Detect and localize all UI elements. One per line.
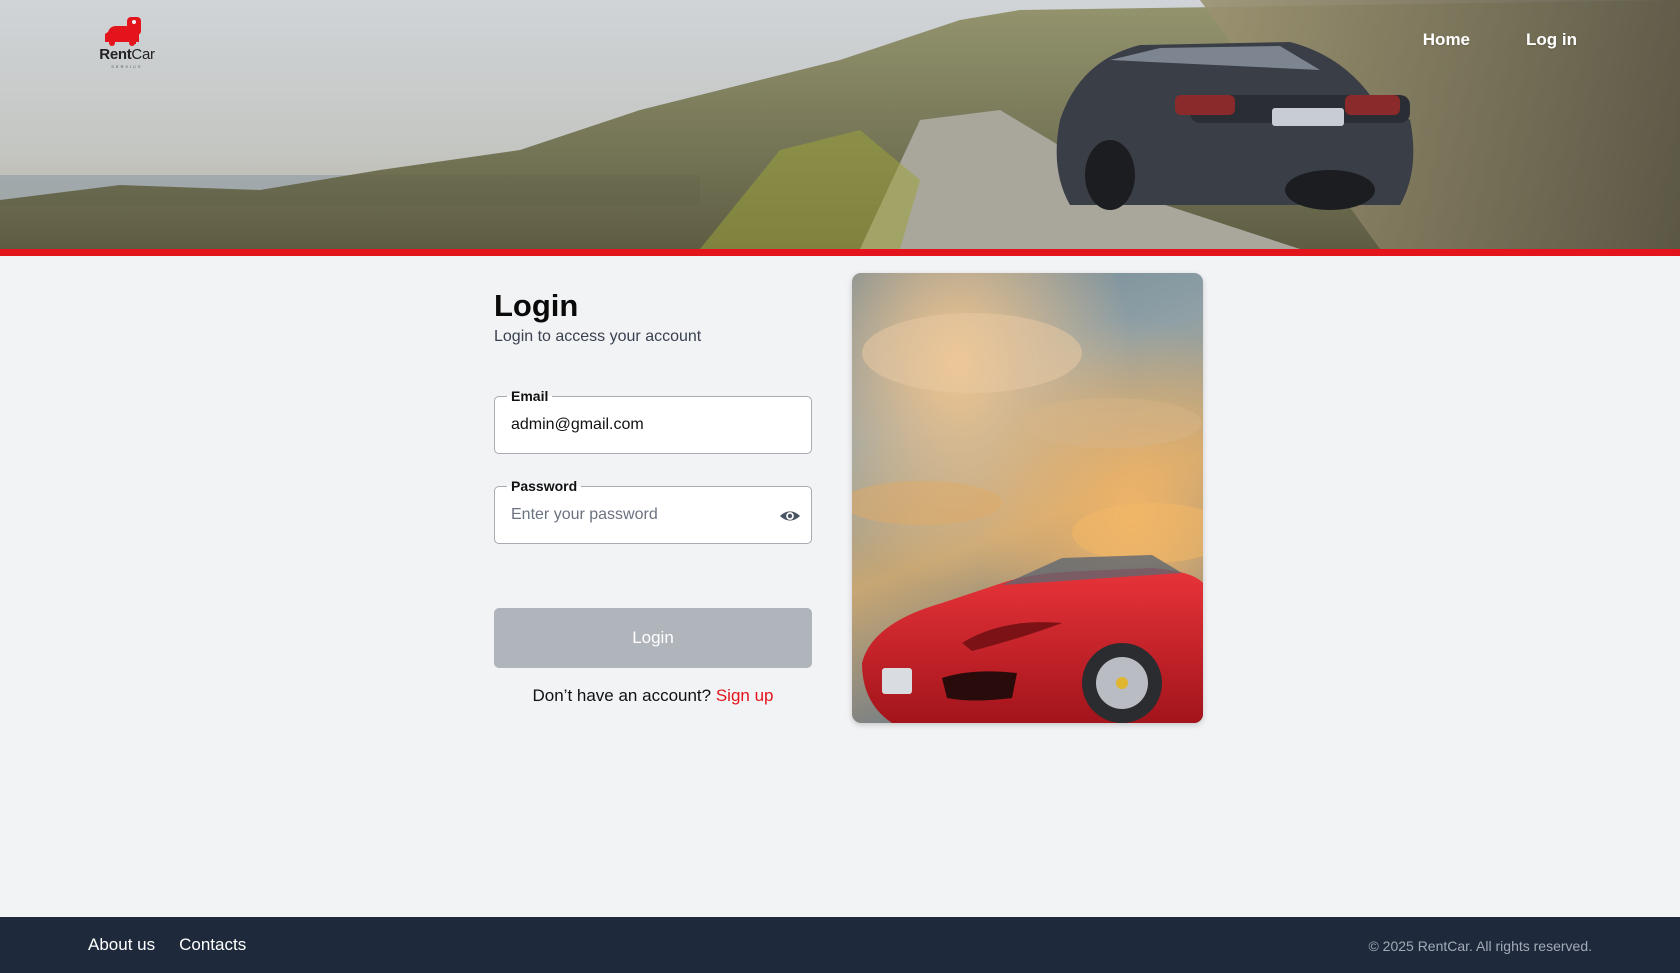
page-title: Login [494,288,579,323]
page-subtitle: Login to access your account [494,328,702,345]
site-footer: About us Contacts © 2025 RentCar. All ri… [0,917,1680,973]
car-key-logo-icon [105,17,141,46]
signup-prompt: Don’t have an account? [532,686,712,705]
rentcar-logo[interactable]: RentCar SERVICE [92,14,162,72]
copyright-text: © 2025 RentCar. All rights reserved. [1368,938,1592,954]
signup-link[interactable]: Sign up [716,686,774,705]
footer-about-link[interactable]: About us [88,935,155,955]
eye-icon[interactable] [779,505,801,527]
signup-row: Don’t have an account? Sign up [494,686,812,706]
password-field: Password [494,477,812,544]
footer-links: About us Contacts [88,935,246,955]
email-field: Email [494,387,812,454]
login-button[interactable]: Login [494,608,812,668]
login-form: Login Login to access your account Email… [494,288,812,705]
top-nav: Home Log in [1423,30,1577,50]
car-promo-image [852,273,1203,723]
red-convertible-image [852,273,1203,723]
logo-wordmark: RentCar [99,46,155,63]
email-input[interactable] [511,397,781,453]
footer-contacts-link[interactable]: Contacts [179,935,246,955]
logo-tagline: SERVICE [111,64,143,69]
nav-home-link[interactable]: Home [1423,30,1470,50]
hero-header: RentCar SERVICE Home Log in [0,0,1680,256]
password-input[interactable] [511,487,781,543]
nav-login-link[interactable]: Log in [1526,30,1577,50]
header-accent-bar [0,249,1680,256]
